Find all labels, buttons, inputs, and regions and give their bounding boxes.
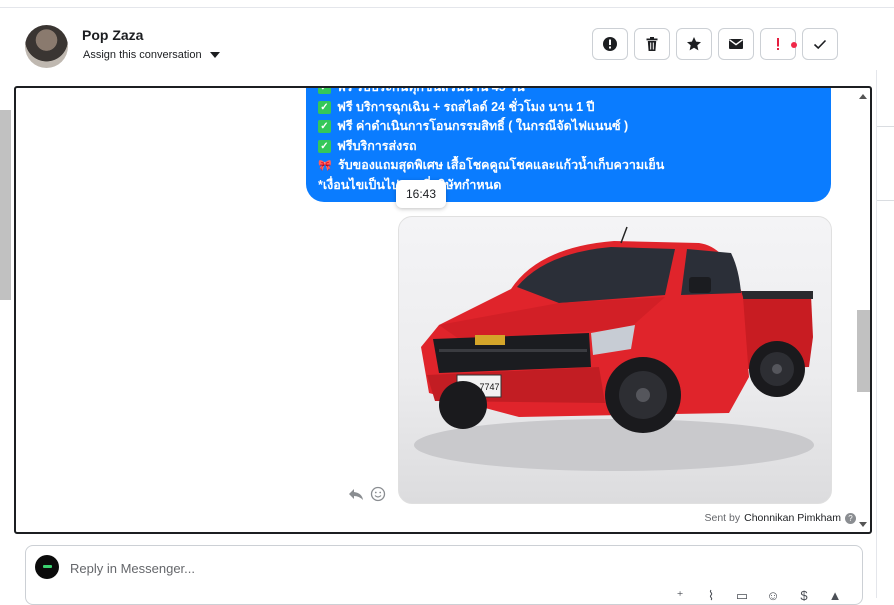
page-scrollbar-thumb[interactable] <box>0 110 11 300</box>
check-mark-icon: ✓ <box>318 100 331 114</box>
notification-dot <box>791 42 797 48</box>
sent-by-prefix: Sent by <box>704 512 741 524</box>
thread-scrollbar-thumb[interactable] <box>857 310 870 392</box>
scroll-down-arrow[interactable] <box>859 522 867 527</box>
header-actions <box>592 28 838 60</box>
message-line: ✓ ฟรี ค่าดำเนินการโอนกรรมสิทธิ์ ( ในกรณีจ… <box>318 117 819 137</box>
mark-unread-button[interactable] <box>718 28 754 60</box>
star-button[interactable] <box>676 28 712 60</box>
message-line: 🎀 รับของแถมสุดพิเศษ เสื้อโชคคูณโชคและแก้ว… <box>318 158 665 172</box>
top-divider <box>0 0 894 8</box>
help-icon[interactable]: ? <box>845 512 856 524</box>
assign-conversation-dropdown[interactable]: Assign this conversation <box>83 49 220 61</box>
contact-avatar[interactable] <box>25 25 68 68</box>
message-line: ✓ ฟรีบริการส่งรถ <box>318 137 819 157</box>
star-icon <box>687 37 701 51</box>
composer-tools: ⁺ ⌇ ▭ ☺ $ ▲ <box>671 587 844 605</box>
message-bubble[interactable]: ✓ ฟรี รับประกันทุกชิ้นส่วนนาน 45 วัน ✓ ฟรี… <box>306 88 831 202</box>
page-avatar <box>35 555 59 579</box>
check-mark-icon: ✓ <box>318 139 331 153</box>
scroll-up-arrow[interactable] <box>859 94 867 99</box>
message-line: ✓ ฟรี บริการฉุกเฉิน + รถสไลด์ 24 ชั่วโมง … <box>318 98 819 118</box>
right-panel-edge <box>876 70 894 598</box>
timestamp-tooltip: 16:43 <box>396 180 446 208</box>
gift-ribbon-icon: 🎀 <box>318 159 332 172</box>
message-hover-actions <box>348 486 386 502</box>
check-mark-icon: ✓ <box>318 88 331 95</box>
add-person-icon[interactable]: ⁺ <box>671 587 689 605</box>
emoji-react-icon[interactable] <box>370 486 386 502</box>
chevron-down-icon <box>209 52 220 58</box>
message-line: ✓ ฟรี รับประกันทุกชิ้นส่วนนาน 45 วัน <box>318 88 819 98</box>
envelope-icon <box>729 39 743 49</box>
red-pickup-truck-image: 2ฒผ 7747 <box>414 226 814 471</box>
reply-input[interactable] <box>70 558 670 578</box>
reply-icon[interactable] <box>348 486 364 502</box>
message-image[interactable]: 2ฒผ 7747 <box>398 216 832 504</box>
conversation-header: Pop Zaza Assign this conversation <box>0 8 876 82</box>
message-line: *เงื่อนไขเป็นไปตามที่บริษัทกำหนด <box>318 176 819 196</box>
contact-name[interactable]: Pop Zaza <box>82 27 143 43</box>
alert-circle-icon <box>603 37 617 51</box>
saved-reply-icon[interactable]: ▭ <box>733 587 751 605</box>
mark-spam-button[interactable] <box>592 28 628 60</box>
exclamation-icon <box>777 38 779 50</box>
emoji-icon[interactable]: ☺ <box>764 587 782 605</box>
message-thread[interactable]: ✓ ฟรี รับประกันทุกชิ้นส่วนนาน 45 วัน ✓ ฟรี… <box>14 86 872 534</box>
sent-by-info: Sent by Chonnikan Pimkham ? <box>704 512 856 524</box>
payment-icon[interactable]: $ <box>795 587 813 605</box>
attachment-icon[interactable]: ⌇ <box>702 587 720 605</box>
delete-button[interactable] <box>634 28 670 60</box>
reply-composer: ⁺ ⌇ ▭ ☺ $ ▲ <box>25 545 863 605</box>
done-button[interactable] <box>802 28 838 60</box>
assign-label: Assign this conversation <box>83 49 202 61</box>
check-mark-icon: ✓ <box>318 120 331 134</box>
checkmark-icon <box>813 39 827 50</box>
like-icon[interactable]: ▲ <box>826 587 844 605</box>
trash-icon <box>646 37 658 51</box>
sender-name[interactable]: Chonnikan Pimkham <box>744 512 841 524</box>
